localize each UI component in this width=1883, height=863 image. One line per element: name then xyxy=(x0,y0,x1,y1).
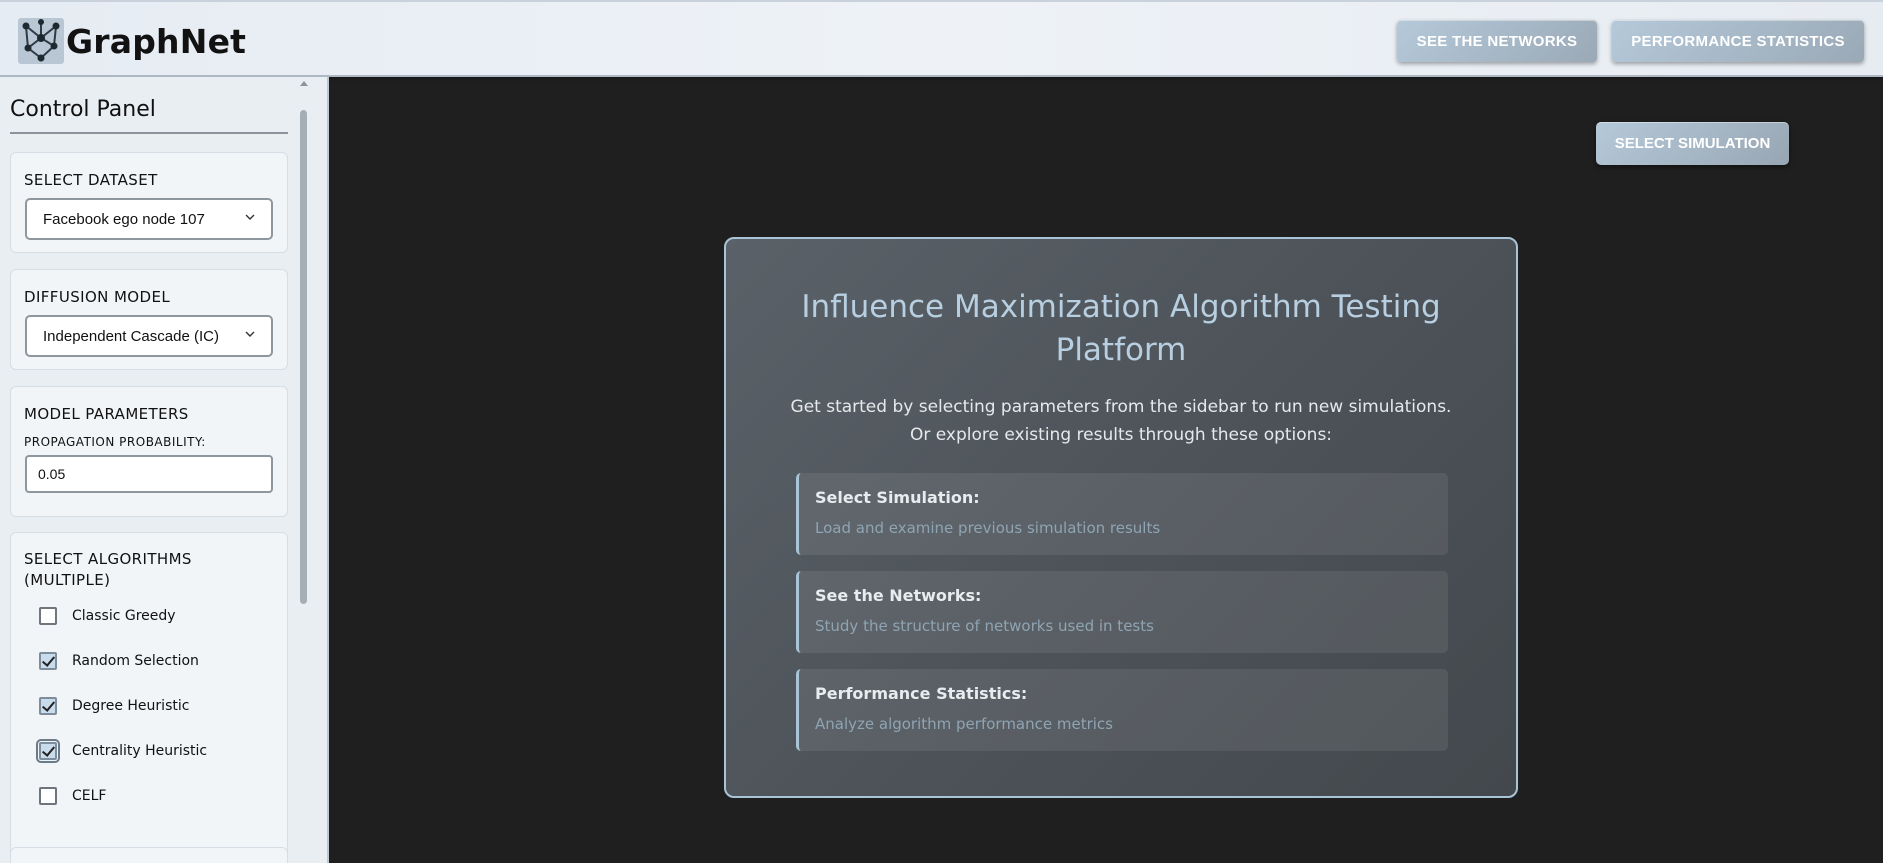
option-description: Study the structure of networks used in … xyxy=(815,617,1154,635)
option-description: Analyze algorithm performance metrics xyxy=(815,715,1113,733)
option-title: See the Networks: xyxy=(815,586,982,605)
select-simulation-button[interactable]: SELECT SIMULATION xyxy=(1596,122,1789,165)
panel-description-line2: Or explore existing results through thes… xyxy=(909,425,1333,445)
model-parameters-heading: MODEL PARAMETERS xyxy=(24,405,189,423)
network-graph-icon xyxy=(18,18,64,64)
dataset-heading: SELECT DATASET xyxy=(24,171,158,189)
scroll-up-arrow-icon[interactable] xyxy=(300,81,308,86)
sidebar-title: Control Panel xyxy=(10,97,288,134)
sidebar-scrollbar[interactable] xyxy=(297,77,311,863)
brand-name: GraphNet xyxy=(66,21,247,61)
brand-logo[interactable]: GraphNet xyxy=(18,18,246,64)
panel-description: Get started by selecting parameters from… xyxy=(766,393,1476,449)
celf-checkbox[interactable] xyxy=(39,787,57,805)
dataset-select[interactable]: Facebook ego node 107 xyxy=(25,198,273,240)
option-title: Performance Statistics: xyxy=(815,684,1028,703)
algorithm-label: Classic Greedy xyxy=(72,608,176,624)
diffusion-model-select[interactable]: Independent Cascade (IC) xyxy=(25,315,273,357)
option-performance-statistics: Performance Statistics: Analyze algorith… xyxy=(796,669,1448,751)
panel-description-line1: Get started by selecting parameters from… xyxy=(790,397,1452,417)
control-panel-sidebar: Control Panel SELECT DATASET Facebook eg… xyxy=(0,77,329,863)
random-selection-checkbox[interactable] xyxy=(39,652,57,670)
algorithms-heading: SELECT ALGORITHMS (MULTIPLE) xyxy=(24,549,192,591)
centrality-heuristic-checkbox[interactable] xyxy=(36,739,60,763)
chevron-down-icon xyxy=(245,214,255,220)
algorithm-label: Random Selection xyxy=(72,653,199,669)
option-description: Load and examine previous simulation res… xyxy=(815,519,1161,537)
classic-greedy-checkbox[interactable] xyxy=(39,607,57,625)
algorithm-option-centrality-heuristic[interactable]: Centrality Heuristic xyxy=(36,739,208,763)
algorithms-heading-line1: SELECT ALGORITHMS xyxy=(24,550,192,568)
chevron-down-icon xyxy=(245,331,255,337)
panel-title: Influence Maximization Algorithm Testing… xyxy=(801,289,1441,368)
algorithm-option-celf[interactable]: CELF xyxy=(39,784,106,808)
algorithm-option-degree-heuristic[interactable]: Degree Heuristic xyxy=(39,694,189,718)
diffusion-heading: DIFFUSION MODEL xyxy=(24,288,171,306)
algorithm-option-random-selection[interactable]: Random Selection xyxy=(39,649,199,673)
performance-statistics-button[interactable]: PERFORMANCE STATISTICS xyxy=(1612,20,1864,62)
next-card xyxy=(10,847,288,863)
option-see-networks: See the Networks: Study the structure of… xyxy=(796,571,1448,653)
see-networks-button[interactable]: SEE THE NETWORKS xyxy=(1397,20,1597,62)
top-header: GraphNet SEE THE NETWORKS PERFORMANCE ST… xyxy=(0,0,1883,77)
algorithm-label: Centrality Heuristic xyxy=(72,743,208,759)
algorithms-heading-line2: (MULTIPLE) xyxy=(24,571,111,589)
propagation-probability-label: PROPAGATION PROBABILITY: xyxy=(24,435,206,449)
option-select-simulation: Select Simulation: Load and examine prev… xyxy=(796,473,1448,555)
option-title: Select Simulation: xyxy=(815,488,980,507)
algorithm-label: CELF xyxy=(72,788,107,804)
welcome-panel: Influence Maximization Algorithm Testing… xyxy=(724,237,1518,798)
diffusion-selected-value: Independent Cascade (IC) xyxy=(43,327,219,345)
scroll-thumb[interactable] xyxy=(300,110,307,604)
dataset-selected-value: Facebook ego node 107 xyxy=(43,210,205,228)
algorithm-label: Degree Heuristic xyxy=(72,698,190,714)
propagation-probability-input[interactable] xyxy=(25,455,273,493)
algorithm-option-classic-greedy[interactable]: Classic Greedy xyxy=(39,604,176,628)
degree-heuristic-checkbox[interactable] xyxy=(39,697,57,715)
